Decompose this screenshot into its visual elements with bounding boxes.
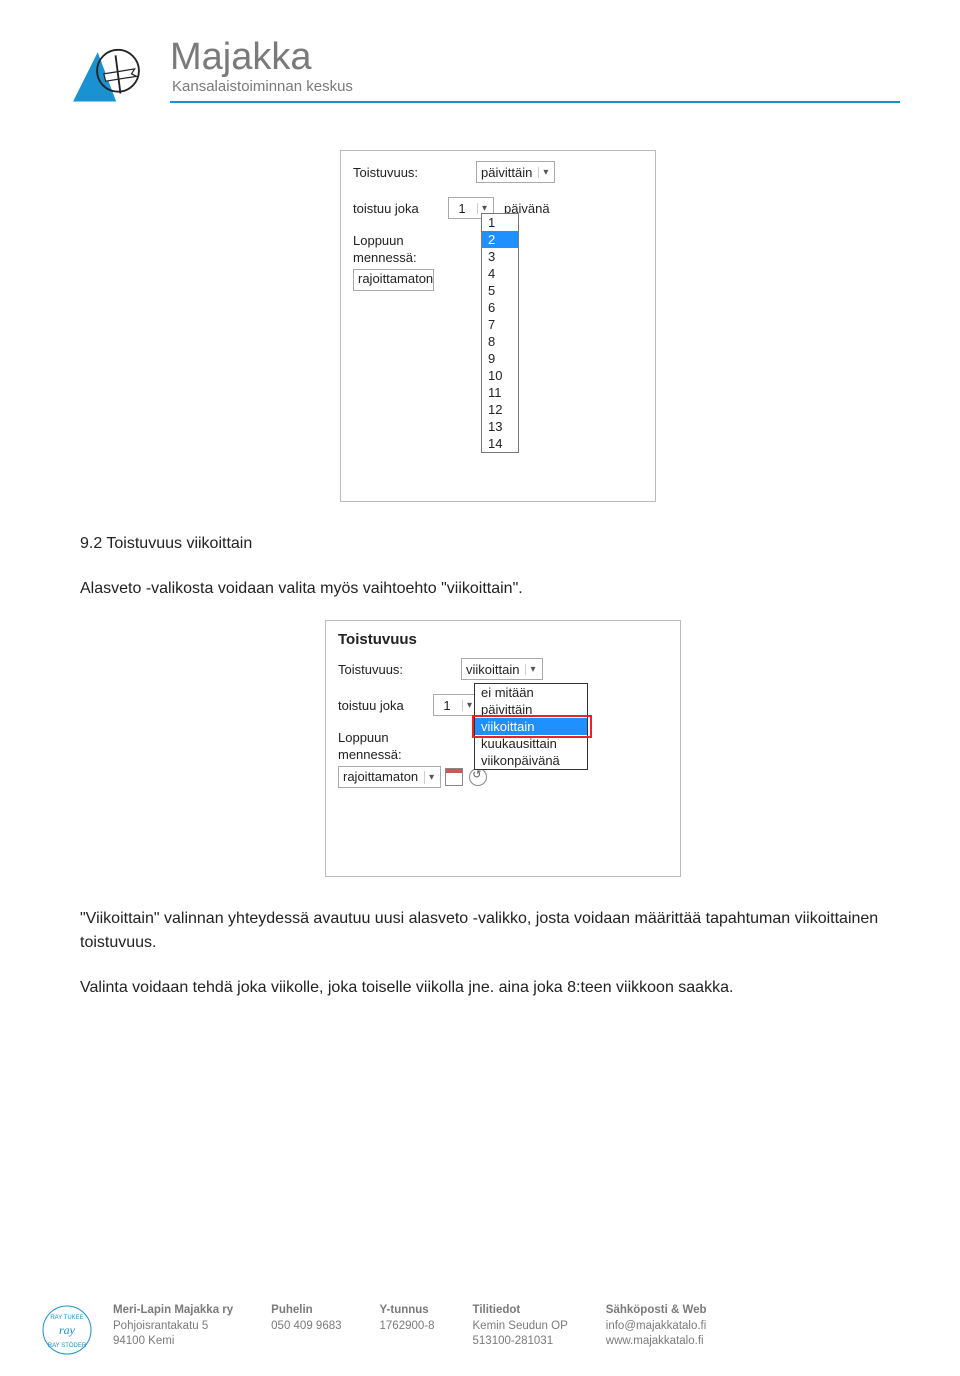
footer-heading: Puhelin — [271, 1303, 341, 1319]
dropdown-option[interactable]: 9 — [482, 350, 518, 367]
paragraph: Valinta voidaan tehdä joka viikolle, jok… — [80, 976, 890, 999]
repeat-every-label: toistuu joka — [338, 698, 423, 713]
footer-web: Sähköposti & Web info@majakkatalo.fi www… — [606, 1303, 707, 1350]
until-value: rajoittamaton — [343, 769, 418, 786]
until-select[interactable]: rajoittamaton ▾ — [338, 766, 441, 788]
footer-heading: Sähköposti & Web — [606, 1303, 707, 1319]
footer-line: 513100-281031 — [473, 1334, 568, 1350]
repeat-interval-value: 1 — [438, 698, 456, 713]
chevron-down-icon: ▾ — [538, 167, 552, 178]
dropdown-option[interactable]: kuukausittain — [475, 735, 587, 752]
dropdown-option[interactable]: 14 — [482, 435, 518, 452]
until-select[interactable]: rajoittamaton — [353, 269, 434, 291]
paragraph: "Viikoittain" valinnan yhteydessä avautu… — [80, 907, 890, 953]
chevron-down-icon: ▾ — [424, 771, 438, 784]
dropdown-option[interactable]: 8 — [482, 333, 518, 350]
dropdown-option[interactable]: viikoittain — [475, 718, 587, 735]
dropdown-option[interactable]: 11 — [482, 384, 518, 401]
dropdown-option[interactable]: 12 — [482, 401, 518, 418]
footer-line: www.majakkatalo.fi — [606, 1334, 707, 1350]
footer-line: Pohjoisrantakatu 5 — [113, 1319, 233, 1335]
paragraph: Alasveto -valikosta voidaan valita myös … — [80, 577, 890, 600]
recurrence-select[interactable]: päivittäin ▾ — [476, 161, 555, 183]
dropdown-option[interactable]: ei mitään — [475, 684, 587, 701]
page-title: Majakka — [170, 38, 900, 76]
calendar-icon[interactable] — [445, 768, 463, 786]
reset-icon[interactable] — [469, 768, 487, 786]
dropdown-option[interactable]: 1 — [482, 214, 518, 231]
footer-line: 1762900-8 — [380, 1319, 435, 1335]
dropdown-option[interactable]: 10 — [482, 367, 518, 384]
until-value: rajoittamaton — [358, 271, 433, 288]
svg-text:RAY TUKEE: RAY TUKEE — [50, 1315, 83, 1321]
footer-phone: Puhelin 050 409 9683 — [271, 1303, 341, 1350]
footer-heading: Meri-Lapin Majakka ry — [113, 1303, 233, 1319]
footer-heading: Tilitiedot — [473, 1303, 568, 1319]
recurrence-dropdown-list[interactable]: ei mitäänpäivittäinviikoittainkuukausitt… — [474, 683, 588, 770]
footer-bank: Tilitiedot Kemin Seudun OP 513100-281031 — [473, 1303, 568, 1350]
svg-text:ray: ray — [59, 1323, 76, 1337]
fieldset-legend: Toistuvuus — [338, 631, 668, 648]
recurrence-select-value: viikoittain — [466, 662, 519, 677]
section-heading: 9.2 Toistuvuus viikoittain — [80, 532, 890, 555]
screenshot-recurrence-weekly: Toistuvuus Toistuvuus: viikoittain ▾ toi… — [325, 620, 681, 877]
dropdown-option[interactable]: 4 — [482, 265, 518, 282]
footer-heading: Y-tunnus — [380, 1303, 435, 1319]
logo — [70, 30, 150, 130]
svg-text:RAY STÖDER: RAY STÖDER — [48, 1342, 87, 1349]
dropdown-option[interactable]: 5 — [482, 282, 518, 299]
screenshot-recurrence-daily: Toistuvuus: päivittäin ▾ toistuu joka 1 … — [340, 150, 656, 502]
recurrence-select[interactable]: viikoittain ▾ — [461, 658, 543, 680]
recurrence-label: Toistuvuus: — [338, 662, 423, 677]
recurrence-select-value: päivittäin — [481, 165, 532, 180]
footer-line: 94100 Kemi — [113, 1334, 233, 1350]
chevron-down-icon: ▾ — [525, 664, 539, 675]
recurrence-label: Toistuvuus: — [353, 165, 438, 180]
footer-line: 050 409 9683 — [271, 1319, 341, 1335]
ray-badge: RAY TUKEE ray RAY STÖDER — [40, 1303, 95, 1358]
dropdown-option[interactable]: 3 — [482, 248, 518, 265]
dropdown-option[interactable]: päivittäin — [475, 701, 587, 718]
dropdown-option[interactable]: 6 — [482, 299, 518, 316]
header-rule — [170, 101, 900, 103]
repeat-interval-value: 1 — [453, 201, 471, 216]
interval-dropdown-list[interactable]: 1234567891011121314 — [481, 213, 519, 453]
footer-org: Meri-Lapin Majakka ry Pohjoisrantakatu 5… — [113, 1303, 233, 1350]
footer-ytunnus: Y-tunnus 1762900-8 — [380, 1303, 435, 1350]
dropdown-option[interactable]: 2 — [482, 231, 518, 248]
repeat-interval-select[interactable]: 1 ▾ — [433, 694, 479, 716]
chevron-down-icon: ▾ — [477, 203, 491, 214]
repeat-every-label: toistuu joka — [353, 201, 438, 216]
dropdown-option[interactable]: 7 — [482, 316, 518, 333]
footer-line: info@majakkatalo.fi — [606, 1319, 707, 1335]
page-subtitle: Kansalaistoiminnan keskus — [172, 78, 900, 95]
footer-line: Kemin Seudun OP — [473, 1319, 568, 1335]
dropdown-option[interactable]: viikonpäivänä — [475, 752, 587, 769]
dropdown-option[interactable]: 13 — [482, 418, 518, 435]
